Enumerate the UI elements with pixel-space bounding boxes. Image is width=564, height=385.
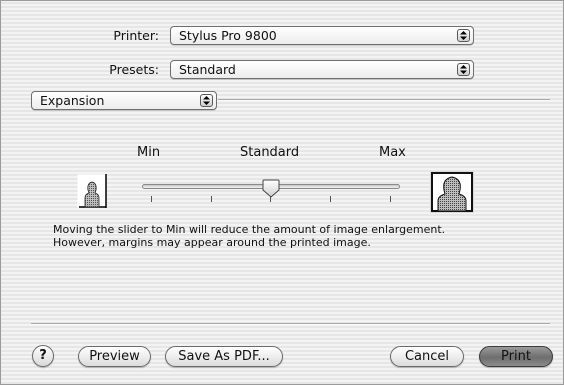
panel-value: Expansion <box>40 93 105 108</box>
slider-tick <box>390 196 391 202</box>
presets-popup[interactable]: Standard <box>170 60 474 79</box>
slider-standard-label: Standard <box>240 145 300 160</box>
slider-tick <box>330 196 331 202</box>
printer-label: Printer: <box>113 28 159 43</box>
presets-label: Presets: <box>109 62 159 77</box>
portrait-large-icon <box>430 171 474 213</box>
up-down-arrows-icon <box>457 63 470 76</box>
printer-value: Stylus Pro 9800 <box>179 28 277 43</box>
printer-popup[interactable]: Stylus Pro 9800 <box>170 26 474 45</box>
panel-popup[interactable]: Expansion <box>31 91 217 110</box>
expansion-slider-thumb[interactable] <box>262 179 280 201</box>
slider-tick <box>151 196 152 202</box>
up-down-arrows-icon <box>200 94 213 107</box>
help-button[interactable]: ? <box>32 345 54 367</box>
description-line-2: However, margins may appear around the p… <box>53 236 371 249</box>
expansion-description: Moving the slider to Min will reduce the… <box>53 223 445 249</box>
preview-button[interactable]: Preview <box>78 346 151 367</box>
save-as-pdf-button[interactable]: Save As PDF... <box>165 346 283 367</box>
slider-min-label: Min <box>137 145 161 160</box>
portrait-small-icon <box>77 174 107 208</box>
description-line-1: Moving the slider to Min will reduce the… <box>53 223 446 236</box>
cancel-button[interactable]: Cancel <box>390 346 464 367</box>
print-button[interactable]: Print <box>479 346 553 367</box>
slider-max-label: Max <box>379 145 406 160</box>
presets-value: Standard <box>179 62 236 77</box>
print-dialog: Printer: Stylus Pro 9800 Presets: Standa… <box>0 0 564 385</box>
panel-separator <box>218 99 550 101</box>
bottom-separator <box>31 323 550 325</box>
slider-tick <box>211 196 212 202</box>
up-down-arrows-icon <box>457 29 470 42</box>
